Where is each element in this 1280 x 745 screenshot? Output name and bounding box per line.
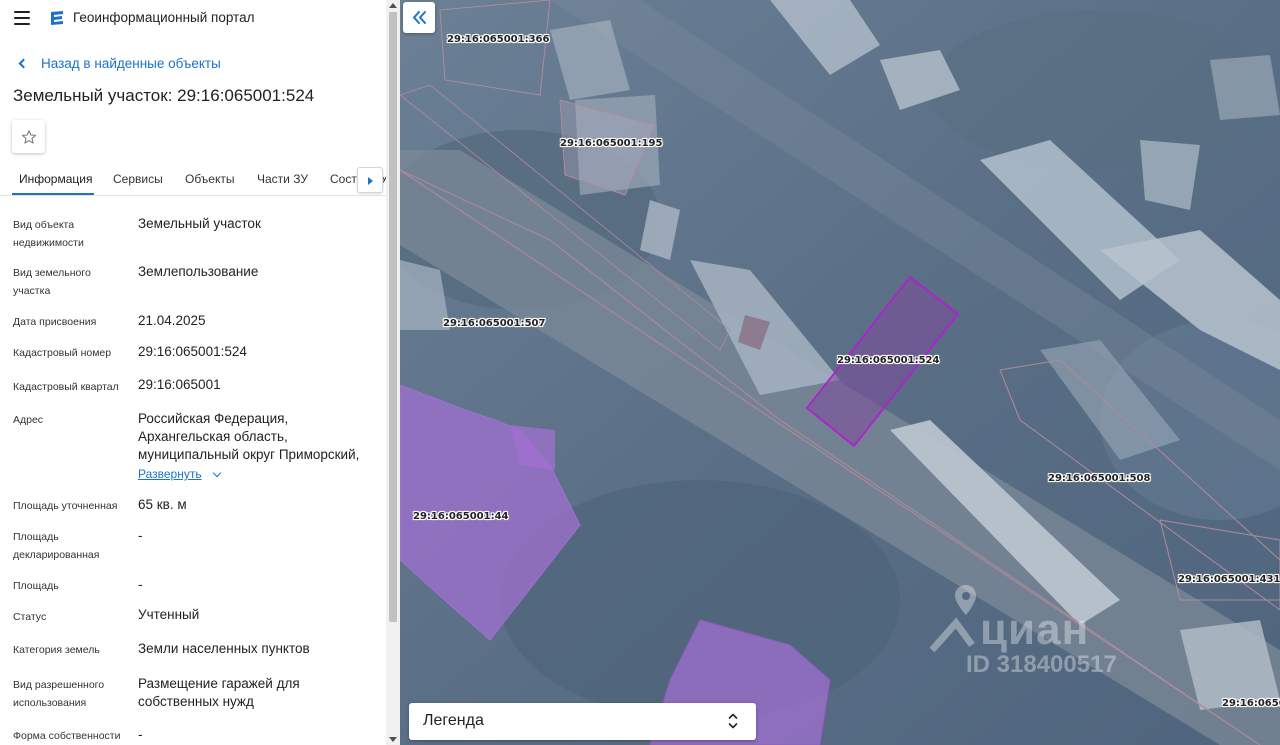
hamburger-menu-icon[interactable] bbox=[12, 9, 32, 27]
parcel-label: 29:16:065001 bbox=[1222, 698, 1280, 709]
legend-dropdown[interactable]: Легенда bbox=[409, 703, 756, 740]
prop-value-address: Российская Федерация, Архангельская обла… bbox=[138, 411, 360, 462]
prop-label-area-refined: Площадь уточненная bbox=[13, 500, 118, 512]
scrollbar-thumb[interactable] bbox=[389, 12, 397, 622]
prop-value-object-type: Земельный участок bbox=[138, 216, 261, 231]
prop-value-parcel-type: Землепользование bbox=[138, 264, 259, 279]
parcel-label-selected[interactable]: 29:16:065001:524 bbox=[837, 355, 939, 366]
portal-logo-icon bbox=[51, 11, 63, 25]
tab-bar: Информация Сервисы Объекты Части ЗУ Сост… bbox=[0, 164, 386, 196]
legend-label: Легенда bbox=[423, 712, 484, 729]
collapse-panel-button[interactable] bbox=[403, 2, 435, 33]
prop-label-cadastral-number: Кадастровый номер bbox=[13, 347, 112, 359]
parcel-label: 29:16:065001:366 bbox=[447, 34, 550, 45]
favorite-button[interactable] bbox=[12, 120, 45, 153]
map-view[interactable]: 29:16:065001:366 29:16:065001:195 29:16:… bbox=[400, 0, 1280, 745]
star-icon bbox=[21, 129, 36, 144]
expand-collapse-icon bbox=[728, 713, 738, 729]
prop-label-cadastral-quarter: Кадастровый квартал bbox=[13, 381, 119, 393]
watermark-id: ID 318400517 bbox=[966, 651, 1117, 678]
prop-value-land-category: Земли населенных пунктов bbox=[138, 641, 310, 656]
prop-label-land-category: Категория земель bbox=[13, 644, 100, 656]
info-panel: Геоинформационный портал Назад в найденн… bbox=[0, 0, 400, 745]
chevron-left-icon bbox=[18, 58, 29, 68]
app-title: Геоинформационный портал bbox=[73, 10, 255, 25]
location-pin-icon bbox=[930, 585, 976, 653]
prop-label-area: Площадь bbox=[13, 580, 59, 592]
prop-label-permitted-use: Вид разрешенного использования bbox=[13, 679, 105, 709]
back-to-results-link[interactable]: Назад в найденные объекты bbox=[16, 54, 221, 72]
prop-label-assign-date: Дата присвоения bbox=[13, 316, 97, 328]
double-chevron-left-icon bbox=[413, 11, 426, 24]
top-bar: Геоинформационный портал bbox=[0, 0, 386, 36]
expand-label: Развернуть bbox=[138, 467, 202, 481]
prop-value-cadastral-number: 29:16:065001:524 bbox=[138, 344, 247, 359]
prop-value-permitted-use: Размещение гаражей для собственных нужд bbox=[138, 676, 300, 709]
prop-value-assign-date: 21.04.2025 bbox=[138, 313, 206, 328]
tab-parcel-parts[interactable]: Части ЗУ bbox=[257, 172, 308, 186]
tabs-scroll-right-button[interactable] bbox=[357, 167, 383, 193]
tab-services[interactable]: Сервисы bbox=[113, 172, 163, 186]
prop-value-cadastral-quarter: 29:16:065001 bbox=[138, 377, 221, 392]
prop-label-parcel-type: Вид земельного участка bbox=[13, 267, 91, 297]
prop-label-address: Адрес bbox=[13, 414, 44, 426]
watermark-brand: циан bbox=[980, 605, 1090, 654]
prop-value-area: - bbox=[138, 577, 143, 592]
panel-scrollbar[interactable] bbox=[386, 0, 400, 745]
back-link-label: Назад в найденные объекты bbox=[41, 55, 221, 71]
tab-information[interactable]: Информация bbox=[19, 172, 92, 186]
prop-value-ownership-form: - bbox=[138, 727, 143, 742]
prop-value-area-refined: 65 кв. м bbox=[138, 497, 187, 512]
prop-label-status: Статус bbox=[13, 611, 47, 623]
parcel-label: 29:16:065001:431 bbox=[1178, 574, 1280, 585]
parcel-label: 29:16:065001:508 bbox=[1048, 473, 1151, 484]
prop-value-area-declared: - bbox=[138, 528, 143, 543]
prop-label-area-declared: Площадь декларированная bbox=[13, 531, 100, 561]
scroll-down-arrow-icon[interactable] bbox=[389, 737, 397, 742]
active-tab-indicator bbox=[12, 193, 94, 195]
page-title: Земельный участок: 29:16:065001:524 bbox=[13, 86, 315, 105]
scroll-up-arrow-icon[interactable] bbox=[389, 3, 397, 8]
expand-address-link[interactable]: Развернуть bbox=[138, 467, 221, 481]
prop-label-ownership-form: Форма собственности bbox=[13, 730, 121, 742]
parcel-label: 29:16:065001:195 bbox=[560, 138, 663, 149]
satellite-map bbox=[400, 0, 1280, 745]
prop-value-status: Учтенный bbox=[138, 607, 200, 622]
prop-label-object-type: Вид объекта недвижимости bbox=[13, 219, 84, 249]
chevron-down-icon bbox=[212, 468, 221, 477]
caret-right-icon bbox=[368, 177, 373, 185]
tab-objects[interactable]: Объекты bbox=[185, 172, 235, 186]
parcel-label: 29:16:065001:44 bbox=[413, 511, 509, 522]
parcel-label: 29:16:065001:507 bbox=[443, 318, 546, 329]
